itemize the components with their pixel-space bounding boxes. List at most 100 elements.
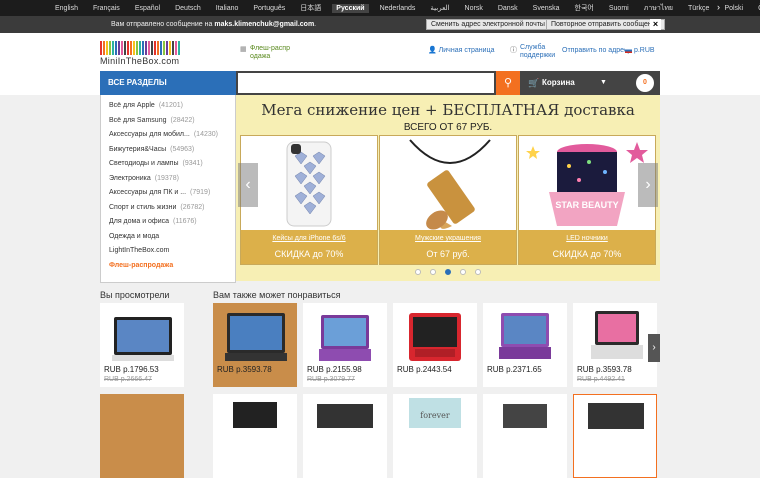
product-tile[interactable] xyxy=(573,394,657,478)
language-link[interactable]: ภาษาไทย xyxy=(644,3,673,14)
phone-case-image xyxy=(286,141,332,227)
ship-to-link[interactable]: Отправить по адресу xyxy=(562,47,631,55)
product-tile[interactable]: RUB р.1796.53 RUB р.2666.47 xyxy=(100,303,184,387)
category-item[interactable]: Бижутерия&Часы (54963) xyxy=(101,146,235,161)
language-link[interactable]: Italiano xyxy=(216,5,239,12)
all-sections-menu[interactable]: ВСЕ РАЗДЕЛЫ xyxy=(100,71,236,95)
category-item[interactable]: Аксессуары для ПК и ... (7919) xyxy=(101,189,235,204)
product-tile[interactable] xyxy=(303,394,387,478)
product-tile[interactable]: RUB р.3593.78 RUB р.4492.41 xyxy=(573,303,657,387)
language-link[interactable]: English xyxy=(55,5,78,12)
language-link[interactable]: Suomi xyxy=(609,5,629,12)
category-item[interactable]: Всё для Samsung (28422) xyxy=(101,117,235,132)
product-price: RUB р.3593.78 xyxy=(577,365,632,374)
category-item[interactable]: Светодиоды и лампы (9341) xyxy=(101,160,235,175)
banner-prev-arrow[interactable]: ‹ xyxy=(238,163,258,207)
language-link[interactable]: Español xyxy=(135,5,160,12)
language-link[interactable]: Français xyxy=(93,5,120,12)
account-link[interactable]: 👤 Личная страница xyxy=(428,47,495,55)
banner-card-mens-jewelry[interactable]: Мужские украшения От 67 руб. xyxy=(379,135,517,265)
language-link[interactable]: Polski xyxy=(724,5,743,12)
support-link[interactable]: ⓘ Служба поддержки xyxy=(510,44,560,60)
category-count: (54963) xyxy=(170,145,195,153)
product-tile[interactable]: RUB р.3593.78 xyxy=(213,303,297,387)
category-item[interactable]: Для дома и офиса (11676) xyxy=(101,218,235,233)
category-item[interactable]: Спорт и стиль жизни (26782) xyxy=(101,204,235,219)
product-tile[interactable]: RUB р.2155.98 RUB р.3079.77 xyxy=(303,303,387,387)
banner-card-offer: СКИДКА до 70% xyxy=(552,249,622,259)
cart-icon: 🛒 xyxy=(528,78,540,88)
language-link[interactable]: 한국어 xyxy=(575,3,594,13)
category-item[interactable]: Аксессуары для мобил... (14230) xyxy=(101,131,235,146)
language-link[interactable]: Norsk xyxy=(465,5,483,12)
pagination-dot[interactable] xyxy=(445,269,451,275)
product-image xyxy=(409,313,461,361)
product-image xyxy=(225,313,287,361)
cart-button[interactable]: 🛒 Корзина ▼ 0 xyxy=(520,71,660,95)
banner-card-label[interactable]: Мужские украшения xyxy=(380,235,516,242)
cart-count-badge: 0 xyxy=(636,74,654,92)
product-tile[interactable] xyxy=(483,394,567,478)
product-image xyxy=(319,315,371,361)
language-link[interactable]: Nederlands xyxy=(380,5,416,12)
language-link[interactable]: Português xyxy=(253,5,285,12)
category-label: Всё для Samsung xyxy=(109,116,167,124)
category-count: (26782) xyxy=(180,203,205,211)
currency-selector[interactable]: р.RUB xyxy=(625,47,655,55)
bullet-pendant-image xyxy=(409,139,491,230)
close-icon[interactable]: × xyxy=(650,19,661,30)
chevron-down-icon: ▼ xyxy=(600,79,607,86)
pagination-dot[interactable] xyxy=(460,269,466,275)
change-email-button[interactable]: Сменить адрес электронной почты xyxy=(426,19,550,30)
main-nav: ВСЕ РАЗДЕЛЫ ⚲ 🛒 Корзина ▼ 0 xyxy=(0,71,760,95)
promo-banner[interactable]: Мега снижение цен + БЕСПЛАТНАЯ доставка … xyxy=(236,95,660,281)
recommended-next-arrow[interactable]: › xyxy=(648,334,660,362)
category-count: (7919) xyxy=(190,189,211,196)
logo-text: MiniInTheBox.com xyxy=(100,56,180,66)
product-tile[interactable]: RUB р.2443.54 xyxy=(393,303,477,387)
category-label: Спорт и стиль жизни xyxy=(109,203,177,211)
language-link[interactable]: Dansk xyxy=(498,5,518,12)
pagination-dot[interactable] xyxy=(430,269,436,275)
language-link[interactable]: Türkçe xyxy=(688,5,709,12)
svg-text:forever: forever xyxy=(420,411,450,420)
language-link[interactable]: Svenska xyxy=(533,5,560,12)
pagination-dot[interactable] xyxy=(475,269,481,275)
search-input[interactable] xyxy=(236,71,496,95)
category-label: Светодиоды и лампы xyxy=(109,160,179,167)
language-link[interactable]: Deutsch xyxy=(175,5,201,12)
product-tile[interactable] xyxy=(213,394,297,478)
resend-message-button[interactable]: Повторное отправить сообщение xyxy=(546,19,665,30)
category-item[interactable]: Всё для Apple (41201) xyxy=(101,102,235,117)
product-old-price: RUB р.2666.47 xyxy=(104,376,152,383)
site-logo[interactable]: MiniInTheBox.com xyxy=(100,41,181,66)
banner-card-offer: СКИДКА до 70% xyxy=(274,249,344,259)
email-notice-bar: Вам отправлено сообщение на maks.klimenc… xyxy=(0,16,760,33)
chevron-right-icon: › xyxy=(645,176,651,193)
product-tile[interactable]: forever xyxy=(393,394,477,478)
search-button[interactable]: ⚲ xyxy=(496,71,520,95)
chevron-right-icon[interactable]: › xyxy=(717,2,720,12)
product-price: RUB р.1796.53 xyxy=(104,365,159,374)
category-item[interactable]: Флеш-распродажа xyxy=(101,262,235,277)
language-link[interactable]: العربية xyxy=(430,4,449,12)
banner-card-led-nightlights[interactable]: STAR BEAUTY LED ночники СКИДКА до 70% xyxy=(518,135,656,265)
category-item[interactable]: Электроника (19378) xyxy=(101,175,235,190)
category-item[interactable]: Одежда и мода xyxy=(101,233,235,248)
recommended-section-title: Вам также может понравиться xyxy=(213,290,341,300)
language-link[interactable]: Русский xyxy=(332,3,369,13)
star-beauty-text: STAR BEAUTY xyxy=(555,200,618,210)
language-link[interactable]: 日本語 xyxy=(300,3,321,13)
banner-card-iphone-cases[interactable]: Кейсы для iPhone 6s/6 СКИДКА до 70% xyxy=(240,135,378,265)
category-count: (28422) xyxy=(170,116,195,124)
flash-sale-link[interactable]: ▦ Флеш-распр одажа xyxy=(240,45,302,61)
product-tile[interactable] xyxy=(100,394,184,478)
product-tile[interactable]: RUB р.2371.65 xyxy=(483,303,567,387)
banner-next-arrow[interactable]: › xyxy=(638,163,658,207)
banner-card-label[interactable]: LED ночники xyxy=(519,235,655,242)
category-item[interactable]: LightInTheBox.com xyxy=(101,247,235,262)
notice-email: maks.klimenchuk@gmail.com xyxy=(214,21,315,28)
banner-card-label[interactable]: Кейсы для iPhone 6s/6 xyxy=(241,235,377,242)
pagination-dot[interactable] xyxy=(415,269,421,275)
banner-title: Мега снижение цен + БЕСПЛАТНАЯ доставка xyxy=(261,101,635,119)
